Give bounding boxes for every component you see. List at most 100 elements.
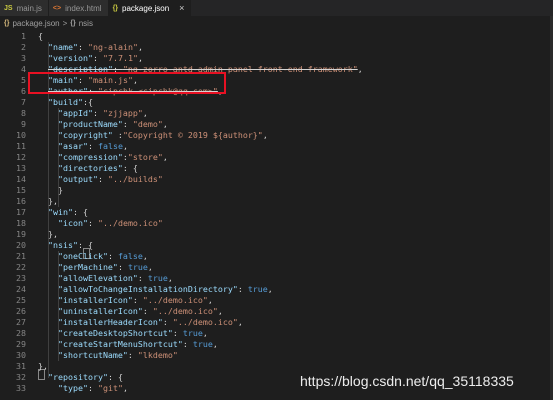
line-number: 27 bbox=[16, 317, 26, 327]
line-number: 17 bbox=[16, 207, 26, 217]
code-token: "asar" bbox=[57, 141, 88, 151]
code-token: true bbox=[247, 284, 268, 294]
line-number: 12 bbox=[16, 152, 26, 162]
code-token: "nsis" bbox=[48, 240, 78, 250]
code-token: , bbox=[142, 108, 148, 118]
line-code: "allowToChangeInstallationDirectory": tr… bbox=[38, 284, 273, 295]
code-line: 26 "uninstallerIcon": "../demo.ico", bbox=[0, 306, 553, 317]
line-number: 21 bbox=[16, 251, 26, 261]
line-code: "compression":"store", bbox=[38, 152, 168, 163]
code-token: : bbox=[117, 262, 128, 272]
line-number: 2 bbox=[21, 42, 26, 52]
html-file-icon: <> bbox=[52, 4, 62, 12]
line-code: "createStartMenuShortcut": true, bbox=[38, 339, 218, 350]
code-token: : bbox=[162, 317, 173, 327]
breadcrumb-separator: > bbox=[62, 18, 68, 28]
code-line: 20 "nsis": { bbox=[0, 240, 553, 251]
code-token: , bbox=[122, 383, 128, 393]
line-number: 8 bbox=[21, 108, 26, 118]
code-line: 1{ bbox=[0, 31, 553, 42]
code-token: : bbox=[172, 328, 183, 338]
breadcrumb-node[interactable]: nsis bbox=[79, 19, 93, 28]
js-file-icon: JS bbox=[4, 4, 13, 12]
close-icon[interactable]: × bbox=[179, 3, 184, 13]
code-line: 28 "createDesktopShortcut": true, bbox=[0, 328, 553, 339]
line-number: 4 bbox=[21, 64, 26, 74]
code-token: : bbox=[97, 174, 108, 184]
line-number: 23 bbox=[16, 273, 26, 283]
line-number: 13 bbox=[16, 163, 26, 173]
code-token: : bbox=[132, 295, 143, 305]
code-token: "win" bbox=[48, 207, 73, 217]
line-code: "appId": "zjjapp", bbox=[38, 108, 148, 119]
code-token: : bbox=[237, 284, 248, 294]
code-token: : bbox=[137, 273, 148, 283]
tab-package-json[interactable]: {} package.json × bbox=[108, 0, 192, 16]
object-node-icon: {} bbox=[70, 19, 76, 27]
code-token: "installerIcon" bbox=[57, 295, 133, 305]
code-token: true bbox=[127, 262, 148, 272]
code-token: "ng-alain" bbox=[87, 42, 138, 52]
code-token: , bbox=[237, 317, 243, 327]
code-line: 15 } bbox=[0, 185, 553, 196]
code-token: "copyright" bbox=[57, 130, 113, 140]
line-code: "name": "ng-alain", bbox=[38, 42, 143, 53]
line-code: "installerIcon": "../demo.ico", bbox=[38, 295, 213, 306]
code-token: "../demo.ico" bbox=[152, 306, 218, 316]
tab-index-html[interactable]: <> index.html bbox=[48, 0, 109, 16]
watermark: https://blog.csdn.net/qq_35118335 bbox=[300, 373, 514, 389]
code-line: 17 "win": { bbox=[0, 207, 553, 218]
code-token: : bbox=[122, 119, 133, 129]
code-token: , bbox=[147, 262, 153, 272]
line-number: 33 bbox=[16, 383, 26, 393]
line-code: } bbox=[38, 185, 63, 196]
code-token: : bbox=[107, 251, 118, 261]
code-token: , bbox=[262, 130, 268, 140]
code-token: : bbox=[87, 141, 98, 151]
line-number: 24 bbox=[16, 284, 26, 294]
code-token: : bbox=[92, 53, 103, 63]
line-number: 22 bbox=[16, 262, 26, 272]
code-token: "directories" bbox=[57, 163, 123, 173]
code-token: "../demo.ico" bbox=[97, 218, 163, 228]
code-line: 8 "appId": "zjjapp", bbox=[0, 108, 553, 119]
code-token: "repository" bbox=[48, 372, 108, 382]
line-code: "type": "git", bbox=[38, 383, 128, 394]
line-code: { bbox=[38, 31, 43, 42]
line-code: "installerHeaderIcon": "../demo.ico", bbox=[38, 317, 243, 328]
line-code: "win": { bbox=[38, 207, 88, 218]
code-token: "appId" bbox=[57, 108, 93, 118]
code-line: 21 "oneClick": false, bbox=[0, 251, 553, 262]
code-token: : bbox=[112, 130, 123, 140]
code-token: "allowElevation" bbox=[57, 273, 138, 283]
code-token: , bbox=[357, 64, 363, 74]
code-token: "../demo.ico" bbox=[172, 317, 238, 327]
line-number: 11 bbox=[16, 141, 26, 151]
tab-main-js[interactable]: JS main.js bbox=[0, 0, 49, 16]
code-line: 10 "copyright" :"Copyright © 2019 ${auth… bbox=[0, 130, 553, 141]
code-token: , bbox=[167, 273, 173, 283]
breadcrumb-file[interactable]: package.json bbox=[12, 19, 59, 28]
line-number: 10 bbox=[16, 130, 26, 140]
line-number: 19 bbox=[16, 229, 26, 239]
code-line: 31}, bbox=[0, 361, 553, 372]
code-token: , bbox=[122, 141, 128, 151]
line-number: 31 bbox=[16, 361, 26, 371]
code-token: "lkdemo" bbox=[137, 350, 178, 360]
line-number: 15 bbox=[16, 185, 26, 195]
code-token: : bbox=[182, 339, 193, 349]
line-number: 29 bbox=[16, 339, 26, 349]
code-token: "store" bbox=[127, 152, 163, 162]
code-token: , bbox=[207, 295, 213, 305]
code-token: "icon" bbox=[57, 218, 88, 228]
code-token: "createDesktopShortcut" bbox=[57, 328, 173, 338]
line-code: "shortcutName": "lkdemo" bbox=[38, 350, 178, 361]
line-code: "nsis": { bbox=[38, 240, 93, 251]
code-token: "uninstallerIcon" bbox=[57, 306, 143, 316]
